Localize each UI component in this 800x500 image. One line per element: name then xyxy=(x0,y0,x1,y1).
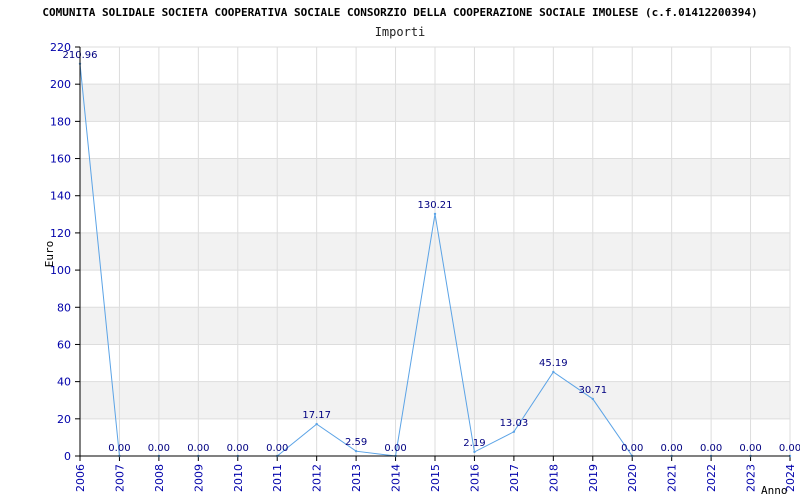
data-label: 0.00 xyxy=(187,443,209,454)
x-tick-label: 2019 xyxy=(587,464,600,492)
x-tick-label: 2022 xyxy=(705,464,718,492)
data-label: 2.19 xyxy=(463,438,485,449)
y-axis-label: Euro xyxy=(43,241,56,268)
grid-bands xyxy=(79,46,791,457)
x-tick-label: 2015 xyxy=(429,464,442,492)
data-point xyxy=(512,430,516,433)
data-point xyxy=(354,449,358,453)
x-tick-label: 2013 xyxy=(350,464,363,492)
data-label: 2.59 xyxy=(345,437,367,448)
x-tick-label: 2020 xyxy=(626,464,639,492)
data-label: 0.00 xyxy=(227,443,249,454)
data-label: 0.00 xyxy=(384,443,406,454)
x-axis-ticks: 2006 2007 2008 2009 2010 2011 2012 2013 2014 2015… xyxy=(74,456,797,492)
x-tick-label: 2006 xyxy=(74,464,87,492)
x-tick-label: 2009 xyxy=(192,464,205,492)
x-tick-label: 2007 xyxy=(113,464,126,492)
y-tick-label: 180 xyxy=(50,115,71,128)
data-point xyxy=(552,370,555,374)
data-point xyxy=(315,422,318,426)
data-point xyxy=(433,212,437,216)
y-tick-label: 0 xyxy=(64,450,71,463)
data-label: 45.19 xyxy=(539,358,568,369)
data-label: 0.00 xyxy=(779,443,800,454)
y-tick-label: 120 xyxy=(50,227,71,240)
data-label: 0.00 xyxy=(148,443,170,454)
data-label: 0.00 xyxy=(700,443,722,454)
data-label: 0.00 xyxy=(108,443,130,454)
data-label: 0.00 xyxy=(739,443,761,454)
data-label: 0.00 xyxy=(661,443,683,454)
x-tick-label: 2010 xyxy=(232,464,245,492)
x-tick-label: 2017 xyxy=(508,464,521,492)
x-tick-label: 2014 xyxy=(390,464,403,492)
data-label: 30.71 xyxy=(578,385,607,396)
line-chart: 020406080100120140160180200220 2006 2007 2… xyxy=(43,41,800,497)
x-tick-label: 2008 xyxy=(153,464,166,492)
y-tick-label: 20 xyxy=(57,413,71,426)
x-tick-label: 2016 xyxy=(468,464,481,492)
data-point xyxy=(591,397,594,401)
data-label: 130.21 xyxy=(418,200,453,211)
data-label: 13.03 xyxy=(500,418,529,429)
x-tick-label: 2011 xyxy=(271,464,284,492)
x-axis-label: Anno xyxy=(761,484,788,497)
data-label: 0.00 xyxy=(621,443,643,454)
y-tick-label: 140 xyxy=(50,190,71,203)
data-label: 0.00 xyxy=(266,443,288,454)
y-tick-label: 80 xyxy=(57,301,71,314)
x-tick-label: 2023 xyxy=(745,464,758,492)
x-tick-label: 2018 xyxy=(547,464,560,492)
x-tick-label: 2012 xyxy=(311,464,324,492)
y-tick-label: 40 xyxy=(57,376,71,389)
data-label: 17.17 xyxy=(302,410,331,421)
y-tick-label: 200 xyxy=(50,78,71,91)
y-tick-label: 60 xyxy=(57,338,71,351)
data-point xyxy=(473,450,476,454)
x-tick-label: 2021 xyxy=(666,464,679,492)
y-tick-label: 160 xyxy=(50,153,71,166)
